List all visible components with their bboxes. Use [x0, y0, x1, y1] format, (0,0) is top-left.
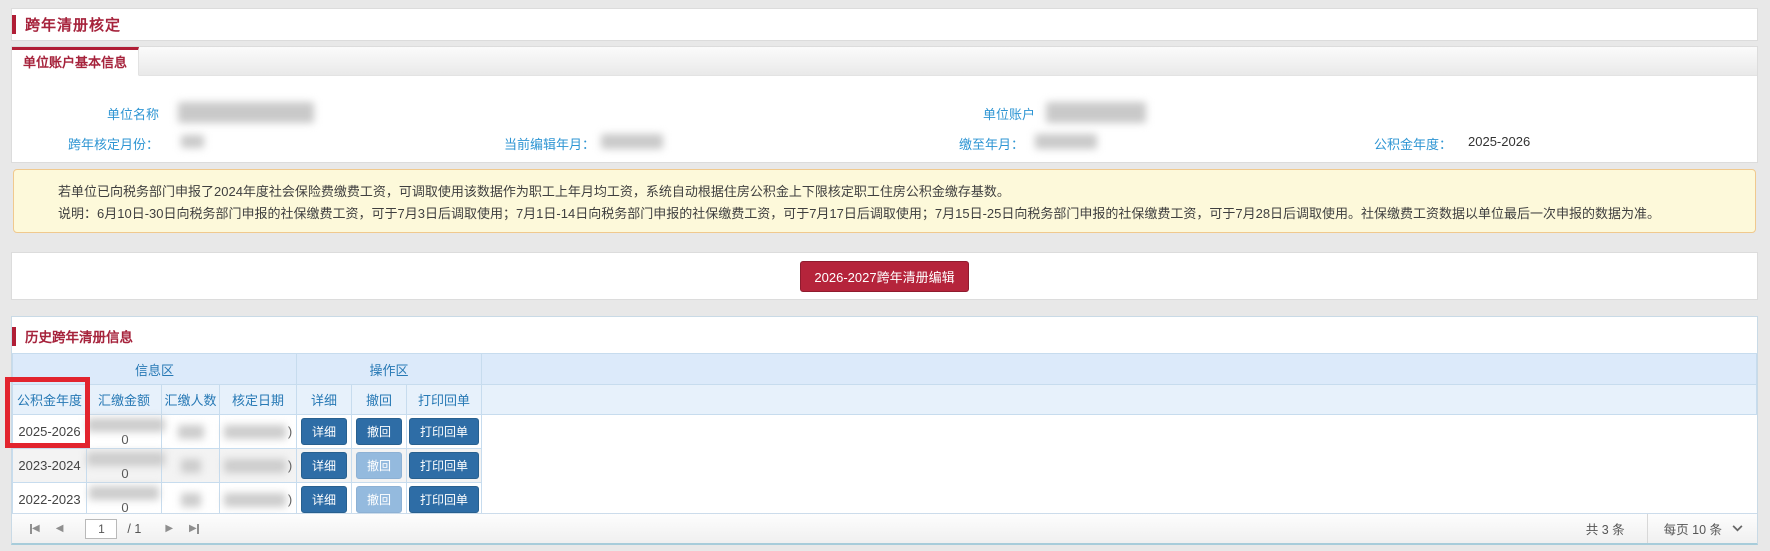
fund-year-value: 2025-2026 — [1468, 134, 1530, 149]
table-row: 2023-2024 0 ) 详细 撤回 打印回单 — [13, 449, 1757, 483]
column-header-remit-amount: 汇缴金额 — [87, 385, 162, 415]
redacted-value — [87, 418, 165, 432]
print-receipt-button[interactable]: 打印回单 — [409, 418, 479, 445]
cross-year-roster-edit-button[interactable]: 2026-2027跨年清册编辑 — [800, 261, 968, 292]
audit-date-cell: ) — [220, 483, 297, 517]
history-title: 历史跨年清册信息 — [25, 326, 133, 346]
remit-count-cell — [162, 415, 220, 449]
column-header-audit-date: 核定日期 — [220, 385, 297, 415]
history-accent-bar — [12, 327, 16, 346]
column-header-print-receipt: 打印回单 — [407, 385, 482, 415]
remit-amount-cell: 0 — [87, 415, 162, 449]
tab-strip: 单位账户基本信息 — [12, 47, 1757, 76]
remit-count-cell — [162, 449, 220, 483]
page-title: 跨年清册核定 — [25, 14, 121, 35]
remit-count-cell — [162, 483, 220, 517]
redacted-value — [224, 493, 286, 507]
tab-unit-account-info[interactable]: 单位账户基本信息 — [12, 47, 139, 76]
redacted-value — [181, 459, 201, 473]
notice-box: 若单位已向税务部门申报了2024年度社会保险费缴费工资，可调取使用该数据作为职工… — [13, 169, 1756, 233]
notice-line-2: 说明：6月10日-30日向税务部门申报的社保缴费工资，可于7月3日后调取使用；7… — [58, 203, 1735, 225]
remit-amount-cell: 0 — [87, 449, 162, 483]
group-header-filler — [482, 354, 1757, 385]
print-receipt-button[interactable]: 打印回单 — [409, 452, 479, 479]
fund-year-cell: 2023-2024 — [13, 449, 87, 483]
revoke-button-disabled[interactable]: 撤回 — [356, 452, 402, 479]
audit-date-cell: ) — [220, 449, 297, 483]
fund-year-cell: 2022-2023 — [13, 483, 87, 517]
unit-name-redacted-value — [178, 102, 314, 123]
redacted-value — [87, 452, 165, 466]
column-header-fund-year: 公积金年度 — [13, 385, 87, 415]
per-page-select[interactable]: 每页 10 条 — [1647, 514, 1757, 543]
unit-name-label: 单位名称 — [12, 104, 159, 123]
fund-year-cell: 2025-2026 — [13, 415, 87, 449]
prev-page-button[interactable]: ◀ — [56, 523, 64, 534]
pagination-right: 共 3 条 每页 10 条 — [1564, 514, 1757, 543]
group-header-action-zone: 操作区 — [297, 354, 482, 385]
unit-info-panel: 单位账户基本信息 单位名称 单位账户 跨年核定月份： 当前编辑年月： 缴至年月：… — [11, 46, 1758, 163]
total-count-label: 共 3 条 — [1564, 519, 1647, 538]
audit-month-redacted-value — [181, 135, 204, 148]
column-header-remit-count: 汇缴人数 — [162, 385, 220, 415]
title-accent-bar — [12, 15, 16, 34]
column-header-revoke: 撤回 — [352, 385, 407, 415]
pagination-bar: ◀ ◀ / 1 ▶ ▶ 共 3 条 每页 10 条 — [12, 513, 1757, 543]
current-edit-month-label: 当前编辑年月： — [452, 134, 595, 153]
first-page-button[interactable]: ◀ — [30, 523, 40, 534]
audit-date-cell: ) — [220, 415, 297, 449]
revoke-button[interactable]: 撤回 — [356, 418, 402, 445]
unit-account-label: 单位账户 — [892, 104, 1035, 123]
detail-button[interactable]: 详细 — [301, 418, 347, 445]
current-edit-month-redacted-value — [601, 134, 663, 149]
notice-line-1: 若单位已向税务部门申报了2024年度社会保险费缴费工资，可调取使用该数据作为职工… — [58, 181, 1735, 203]
unit-account-redacted-value — [1046, 102, 1146, 123]
print-receipt-button[interactable]: 打印回单 — [409, 486, 479, 513]
redacted-value — [181, 493, 201, 507]
per-page-label: 每页 10 条 — [1664, 519, 1722, 538]
redacted-value — [178, 425, 204, 439]
next-page-button[interactable]: ▶ — [165, 523, 173, 534]
last-page-button[interactable]: ▶ — [189, 523, 199, 534]
detail-button[interactable]: 详细 — [301, 452, 347, 479]
redacted-value — [224, 459, 286, 473]
paid-to-month-redacted-value — [1035, 134, 1097, 149]
fund-year-label: 公积金年度： — [1302, 134, 1452, 153]
detail-button[interactable]: 详细 — [301, 486, 347, 513]
table-row: 2022-2023 0 ) 详细 撤回 打印回单 — [13, 483, 1757, 517]
history-section-header: 历史跨年清册信息 — [12, 317, 1757, 346]
total-pages-label: / 1 — [127, 522, 141, 536]
remit-amount-cell: 0 — [87, 483, 162, 517]
paid-to-month-label: 缴至年月： — [892, 134, 1024, 153]
page-input[interactable] — [85, 519, 117, 539]
table-row: 2025-2026 0 ) 详细 撤回 打印回单 — [13, 415, 1757, 449]
revoke-button-disabled[interactable]: 撤回 — [356, 486, 402, 513]
column-header-detail: 详细 — [297, 385, 352, 415]
audit-month-label: 跨年核定月份： — [12, 134, 159, 153]
action-panel: 2026-2027跨年清册编辑 — [11, 252, 1758, 300]
title-panel: 跨年清册核定 — [11, 8, 1758, 41]
history-panel: 历史跨年清册信息 信息区 操作区 公积金年度 汇缴金额 汇缴人数 核定日期 详细… — [11, 316, 1758, 545]
redacted-value — [224, 425, 286, 439]
history-table: 信息区 操作区 公积金年度 汇缴金额 汇缴人数 核定日期 详细 撤回 打印回单 … — [12, 353, 1757, 517]
column-header-filler — [482, 385, 1757, 415]
redacted-value — [89, 486, 159, 500]
chevron-down-icon — [1732, 525, 1743, 532]
group-header-info-zone: 信息区 — [13, 354, 297, 385]
